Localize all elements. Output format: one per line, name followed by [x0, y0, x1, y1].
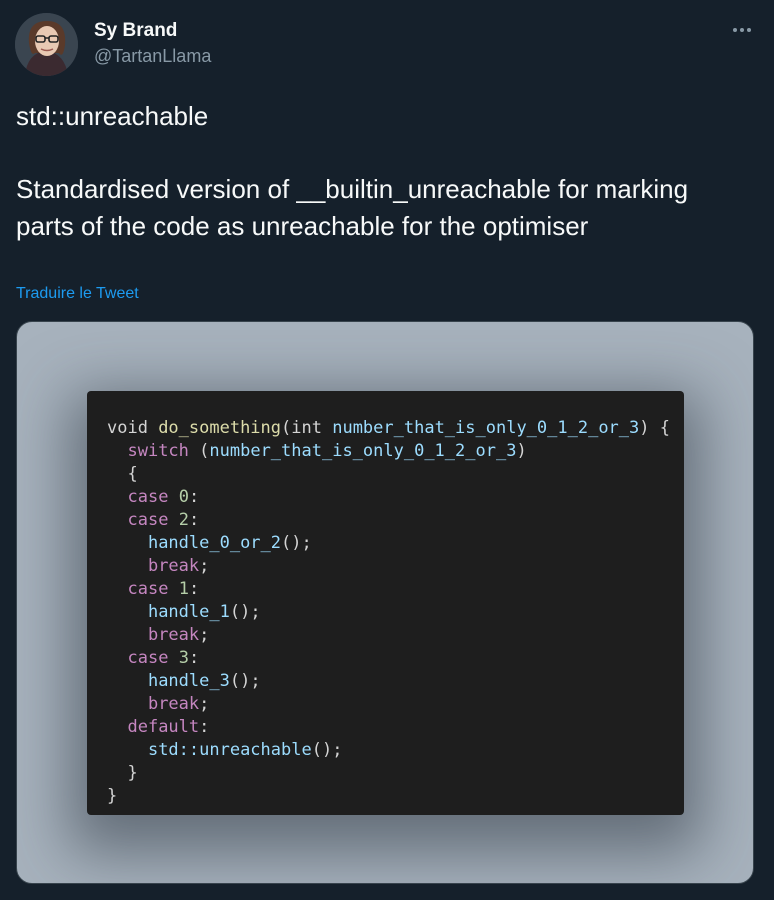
author-display-name[interactable]: Sy Brand — [94, 20, 177, 42]
code-line: default: — [107, 716, 684, 739]
code-token: ; — [199, 625, 210, 645]
code-block: void do_something(int number_that_is_onl… — [107, 417, 684, 808]
code-token: switch — [127, 441, 189, 461]
code-token: ; — [199, 694, 210, 714]
code-token: : — [188, 487, 200, 507]
code-token: (); — [281, 533, 312, 553]
code-line: break; — [107, 624, 684, 647]
tweet-text: std::unreachable Standardised version of… — [16, 101, 689, 241]
code-token: case — [127, 487, 169, 507]
code-line: void do_something(int number_that_is_onl… — [107, 417, 684, 440]
code-token: : — [188, 648, 200, 668]
code-token: number_that_is_only_0_1_2_or_3 — [332, 418, 640, 438]
code-token: } — [107, 786, 118, 806]
code-token: : — [188, 579, 200, 599]
code-token: do_something — [158, 418, 282, 438]
code-line: } — [107, 762, 684, 785]
code-token: 0 — [178, 487, 189, 507]
code-line: break; — [107, 555, 684, 578]
code-line: switch (number_that_is_only_0_1_2_or_3) — [107, 440, 684, 463]
code-token: break — [147, 625, 200, 645]
code-line: case 1: — [107, 578, 684, 601]
code-token: (); — [311, 740, 343, 760]
code-line: break; — [107, 693, 684, 716]
code-line: handle_1(); — [107, 601, 684, 624]
translate-tweet-link[interactable]: Traduire le Tweet — [16, 285, 139, 303]
code-token: handle_0_or_2 — [147, 533, 282, 553]
code-token: { — [107, 464, 138, 484]
code-token: break — [147, 694, 200, 714]
code-token: case — [127, 648, 169, 668]
code-token: ; — [199, 556, 210, 576]
avatar[interactable] — [15, 13, 78, 76]
code-token: ( — [188, 441, 210, 461]
code-line: case 0: — [107, 486, 684, 509]
code-line: } — [107, 785, 684, 808]
code-token: (); — [229, 671, 261, 691]
code-token: (); — [229, 602, 261, 622]
code-line: case 3: — [107, 647, 684, 670]
code-line: handle_3(); — [107, 670, 684, 693]
code-token: } — [107, 763, 138, 783]
code-token: : — [188, 510, 200, 530]
code-token: case — [127, 510, 169, 530]
code-token: default — [127, 717, 200, 737]
author-handle[interactable]: @TartanLlama — [94, 46, 211, 67]
code-window: void do_something(int number_that_is_onl… — [87, 391, 684, 815]
code-line: case 2: — [107, 509, 684, 532]
more-options-icon[interactable] — [728, 18, 756, 42]
code-token: std::unreachable — [147, 740, 312, 760]
tweet-media-image[interactable]: void do_something(int number_that_is_onl… — [16, 321, 754, 884]
code-token: case — [127, 579, 169, 599]
code-token: 2 — [178, 510, 189, 530]
code-line: { — [107, 463, 684, 486]
code-line: handle_0_or_2(); — [107, 532, 684, 555]
code-token: void — [107, 418, 159, 438]
code-token: break — [147, 556, 200, 576]
code-token: ) — [516, 441, 527, 461]
code-token: handle_3 — [147, 671, 230, 691]
code-token: 1 — [178, 579, 189, 599]
code-token: ) { — [639, 418, 670, 438]
code-token: number_that_is_only_0_1_2_or_3 — [209, 441, 517, 461]
code-token: handle_1 — [147, 602, 230, 622]
code-token: 3 — [178, 648, 189, 668]
code-token: ( — [281, 418, 292, 438]
profile-photo — [15, 13, 78, 76]
code-token: int — [291, 418, 333, 438]
code-line: std::unreachable(); — [107, 739, 684, 762]
code-token: : — [199, 717, 210, 737]
